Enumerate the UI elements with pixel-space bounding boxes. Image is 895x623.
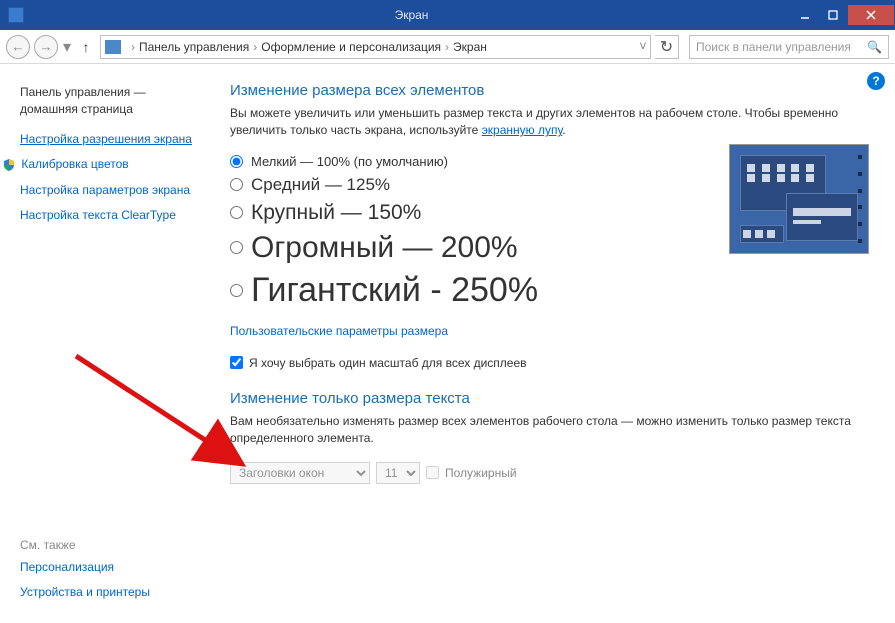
nav-back-button[interactable]: ← xyxy=(6,35,30,59)
minimize-button[interactable] xyxy=(792,5,818,25)
address-bar: ← → ▾ ↑ › Панель управления › Оформление… xyxy=(0,30,895,64)
radio-medium[interactable] xyxy=(230,178,243,191)
sidebar-link-cleartype[interactable]: Настройка текста ClearType xyxy=(20,208,194,224)
control-panel-home-link[interactable]: Панель управления — домашняя страница xyxy=(20,84,194,118)
window-title: Экран xyxy=(32,8,791,22)
sidebar-link-calibration[interactable]: Калибровка цветов xyxy=(20,157,194,173)
radio-xxl[interactable] xyxy=(230,284,243,297)
sidebar-link-resolution[interactable]: Настройка разрешения экрана xyxy=(20,132,194,148)
sidebar: Панель управления — домашняя страница На… xyxy=(0,64,200,623)
nav-history-dropdown[interactable]: ▾ xyxy=(62,37,72,57)
breadcrumb-appearance[interactable]: Оформление и персонализация xyxy=(261,40,441,54)
chevron-right-icon: › xyxy=(445,40,449,54)
same-scale-checkbox[interactable] xyxy=(230,356,243,369)
radio-large[interactable] xyxy=(230,206,243,219)
folder-icon xyxy=(105,40,121,54)
heading-change-size: Изменение размера всех элементов xyxy=(230,82,873,99)
text-element-select[interactable]: Заголовки окон xyxy=(230,462,370,484)
custom-size-link[interactable]: Пользовательские параметры размера xyxy=(230,324,873,338)
search-input[interactable]: Поиск в панели управления 🔍 xyxy=(689,35,889,59)
radio-xl-label: Огромный — 200% xyxy=(251,231,518,265)
heading-text-only: Изменение только размера текста xyxy=(230,390,873,407)
breadcrumb-display[interactable]: Экран xyxy=(453,40,487,54)
search-placeholder: Поиск в панели управления xyxy=(696,40,851,54)
sidebar-link-devices[interactable]: Устройства и принтеры xyxy=(20,585,194,601)
size-description: Вы можете увеличить или уменьшить размер… xyxy=(230,105,873,140)
radio-small-label: Мелкий — 100% (по умолчанию) xyxy=(251,154,448,169)
radio-xxl-label: Гигантский - 250% xyxy=(251,271,538,310)
nav-up-button[interactable]: ↑ xyxy=(76,37,96,57)
shield-icon xyxy=(2,158,16,172)
nav-forward-button[interactable]: → xyxy=(34,35,58,59)
window-sysmenu-icon[interactable] xyxy=(8,7,24,23)
radio-large-label: Крупный — 150% xyxy=(251,201,421,225)
text-size-select[interactable]: 11 xyxy=(376,462,420,484)
refresh-button[interactable]: ↻ xyxy=(655,35,679,59)
breadcrumb-dropdown-icon[interactable]: ᐯ xyxy=(640,41,646,52)
radio-small[interactable] xyxy=(230,155,243,168)
chevron-right-icon: › xyxy=(253,40,257,54)
text-only-description: Вам необязательно изменять размер всех э… xyxy=(230,413,873,448)
window-titlebar: Экран xyxy=(0,0,895,30)
see-also-label: См. также xyxy=(20,538,194,552)
sidebar-link-display-params[interactable]: Настройка параметров экрана xyxy=(20,183,194,199)
radio-medium-label: Средний — 125% xyxy=(251,175,390,195)
sidebar-link-personalization[interactable]: Персонализация xyxy=(20,560,194,576)
chevron-right-icon: › xyxy=(131,40,135,54)
help-icon[interactable]: ? xyxy=(867,72,885,90)
bold-checkbox[interactable] xyxy=(426,466,439,479)
display-illustration xyxy=(729,144,869,254)
magnifier-link[interactable]: экранную лупу xyxy=(482,123,563,137)
breadcrumb-root[interactable]: Панель управления xyxy=(139,40,249,54)
breadcrumb[interactable]: › Панель управления › Оформление и персо… xyxy=(100,35,651,59)
bold-label: Полужирный xyxy=(445,466,517,480)
search-icon: 🔍 xyxy=(867,40,882,54)
same-scale-label: Я хочу выбрать один масштаб для всех дис… xyxy=(249,356,527,370)
close-button[interactable] xyxy=(848,5,894,25)
main-content: ? Изменение размера всех элементов Вы мо… xyxy=(200,64,895,623)
radio-xl[interactable] xyxy=(230,241,243,254)
maximize-button[interactable] xyxy=(820,5,846,25)
